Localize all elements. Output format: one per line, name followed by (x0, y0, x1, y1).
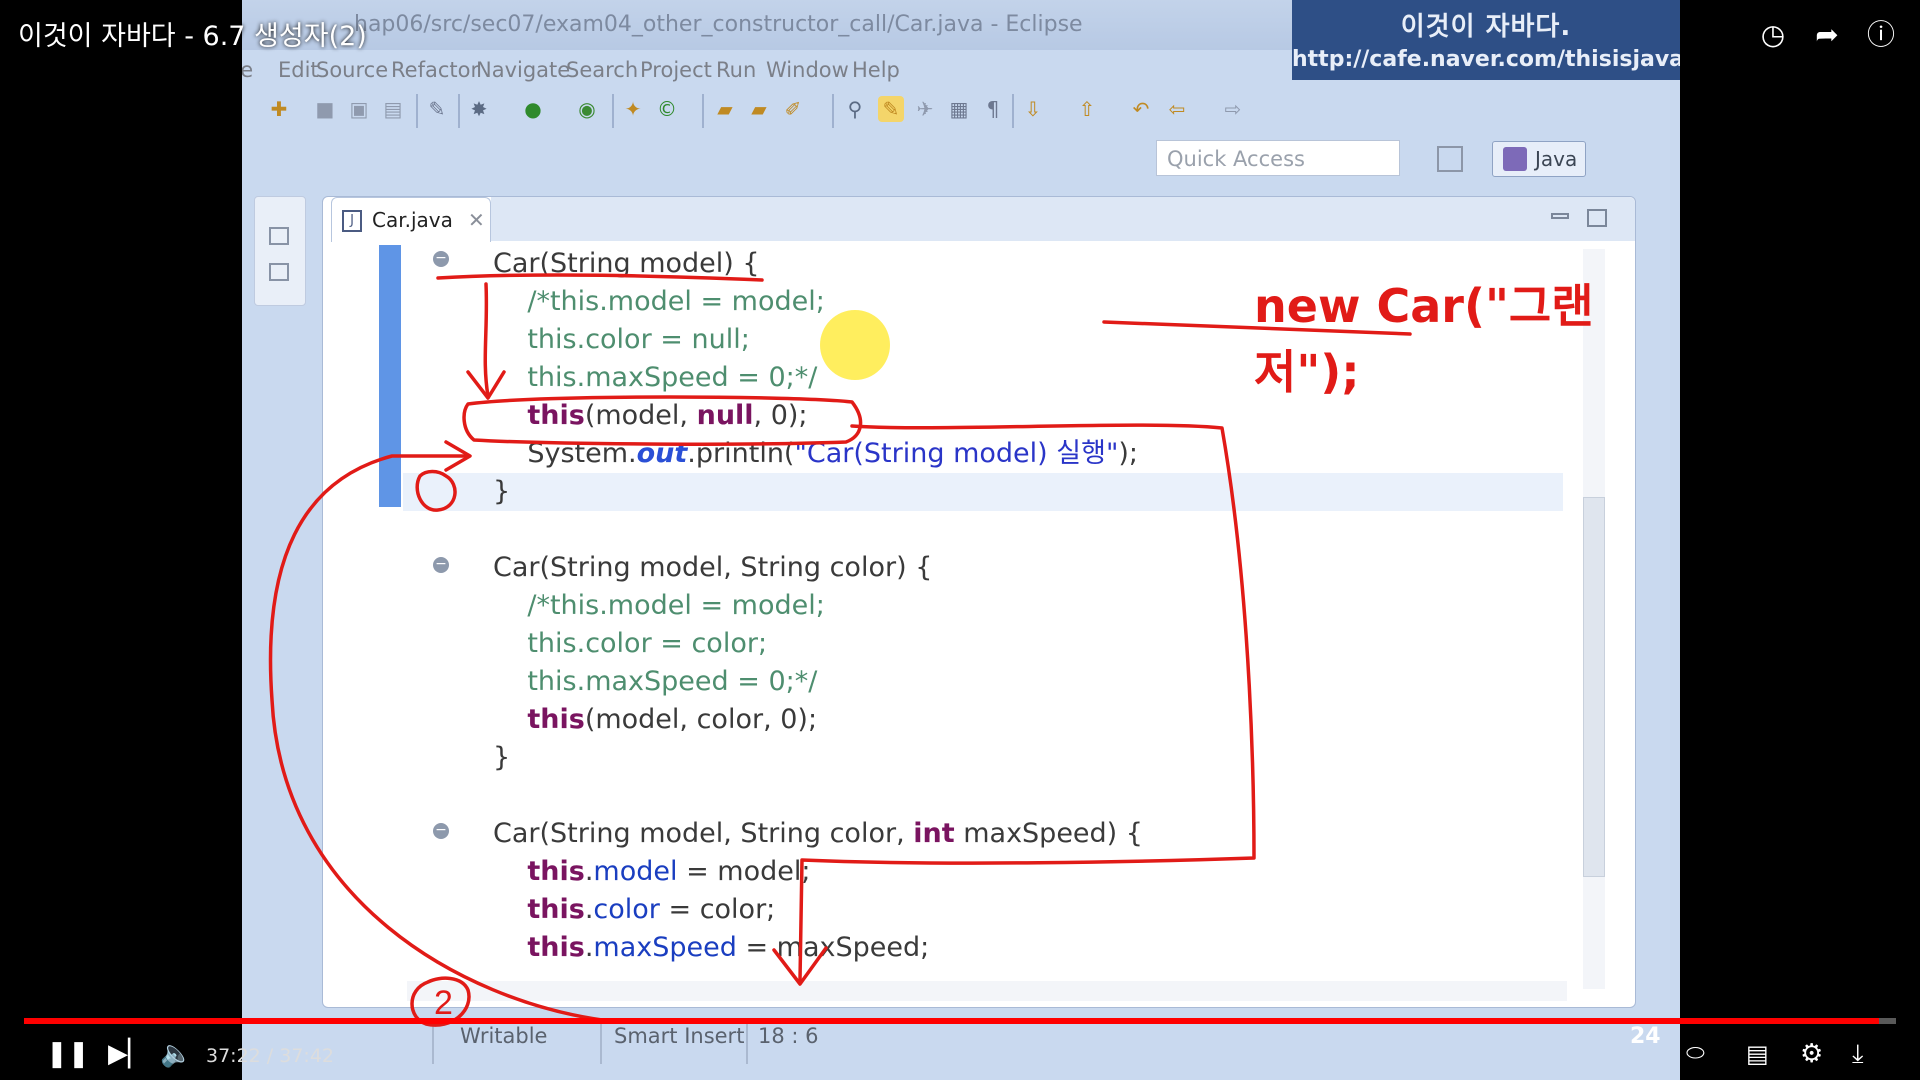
clock-icon[interactable]: ◷ (1756, 18, 1790, 52)
open-perspective-icon[interactable] (1437, 146, 1463, 172)
menu-search[interactable]: Search (566, 58, 638, 82)
video-title[interactable]: 이것이 자바다 - 6.7 생성자(2) (18, 14, 367, 53)
debug-icon[interactable]: ✸ (466, 96, 492, 122)
annotation-icon[interactable]: ⚲ (842, 96, 868, 122)
save-icon[interactable]: ■ (312, 96, 338, 122)
progress-fill (24, 1018, 1880, 1024)
subtitles-icon[interactable]: ▤ (1746, 1036, 1769, 1072)
quick-access-input[interactable]: Quick Access (1156, 140, 1400, 176)
mark-occurrences-icon[interactable]: ✎ (878, 96, 904, 122)
menu-run[interactable]: Run (716, 58, 756, 82)
restore-icon[interactable] (269, 227, 289, 245)
next-annotation-icon[interactable]: ⇩ (1020, 96, 1046, 122)
settings-icon[interactable]: ⚙ (1800, 1036, 1823, 1072)
forward-icon[interactable]: ⇨ (1220, 96, 1246, 122)
last-edit-icon[interactable]: ↶ (1128, 96, 1154, 122)
open-type-icon[interactable]: ▰ (712, 96, 738, 122)
tab-car-java[interactable]: J Car.java ✕ (331, 197, 491, 242)
cursor-highlight (820, 310, 890, 380)
volume-icon[interactable]: 🔈 (160, 1036, 192, 1072)
tab-label: Car.java (372, 208, 453, 232)
toolbar: ✚ ■ ▣ ▤ ✎ ✸ ● ◉ ✦ © ▰ ▰ ✐ ⚲ ✎ ✈ ▦ ¶ ⇩ ⇧ … (252, 92, 1652, 132)
menu-project[interactable]: Project (640, 58, 712, 82)
pause-icon[interactable]: ❚❚ (46, 1036, 90, 1072)
exit-fullscreen-icon[interactable]: ⤓ (1852, 1036, 1864, 1072)
player-controls: ❚❚ ▶▏ 🔈 37:22 / 37:42 ⬭ ▤ ⚙ ⤓ (0, 1030, 1920, 1080)
progress-bar[interactable] (24, 1018, 1896, 1024)
annotation-new-car: new Car("그랜저"); (1254, 279, 1594, 399)
menu-help[interactable]: Help (852, 58, 900, 82)
close-tab-icon[interactable]: ✕ (468, 198, 485, 242)
fold-icon[interactable]: − (433, 557, 449, 573)
menu-window[interactable]: Window (766, 58, 849, 82)
print-icon[interactable]: ▤ (380, 96, 406, 122)
tab-strip (491, 197, 1635, 241)
menu-file[interactable]: File (242, 58, 253, 82)
autoplay-toggle[interactable]: ⬭ (1686, 1036, 1705, 1072)
next-icon[interactable]: ▶▏ (108, 1036, 148, 1072)
fold-icon[interactable]: − (433, 823, 449, 839)
java-perspective-label: Java (1535, 147, 1578, 171)
video-frame[interactable]: hap06/src/sec07/exam04_other_constructor… (242, 0, 1680, 1080)
minimize-icon[interactable] (1551, 213, 1569, 219)
show-whitespace-icon[interactable]: ¶ (980, 96, 1006, 122)
time-display: 37:22 / 37:42 (206, 1045, 334, 1067)
toggle-icon[interactable]: ✈ (912, 96, 938, 122)
new-package-icon[interactable]: ✦ (620, 96, 646, 122)
search-icon[interactable]: ✐ (780, 96, 806, 122)
menu-navigate[interactable]: Navigate (476, 58, 570, 82)
menu-refactor[interactable]: Refactor (391, 58, 479, 82)
java-file-icon: J (342, 210, 362, 232)
open-task-icon[interactable]: ▰ (746, 96, 772, 122)
run-icon[interactable]: ● (520, 96, 546, 122)
new-icon[interactable]: ✚ (266, 96, 292, 122)
coverage-icon[interactable]: ◉ (574, 96, 600, 122)
eclipse-window-title-text: hap06/src/sec07/exam04_other_constructor… (354, 12, 1083, 37)
vertical-scroll-thumb[interactable] (1583, 497, 1605, 877)
menu-source[interactable]: Source (316, 58, 388, 82)
watermark: 이것이 자바다. http://cafe.naver.com/thisisjav… (1292, 0, 1680, 80)
share-icon[interactable]: ➦ (1810, 18, 1844, 52)
side-trim-toolbar (254, 196, 306, 306)
previous-annotation-icon[interactable]: ⇧ (1074, 96, 1100, 122)
package-explorer-icon[interactable] (269, 263, 289, 281)
maximize-icon[interactable] (1587, 209, 1607, 227)
info-icon[interactable]: ⓘ (1864, 18, 1898, 52)
java-perspective-button[interactable]: Java (1492, 141, 1586, 177)
watermark-title: 이것이 자바다. (1400, 12, 1572, 42)
source-code[interactable]: Car(String model) { /*this.model = model… (493, 245, 1143, 967)
new-class-icon[interactable]: © (654, 96, 680, 122)
change-ruler (379, 245, 401, 507)
save-all-icon[interactable]: ▣ (346, 96, 372, 122)
horizontal-scrollbar[interactable] (407, 981, 1567, 1001)
java-perspective-icon (1503, 147, 1527, 171)
fold-icon[interactable]: − (433, 251, 449, 267)
menu-bar: File Edit Source Refactor Navigate Searc… (242, 54, 1292, 88)
watermark-url: http://cafe.naver.com/thisisjava (1292, 47, 1680, 72)
skip-breakpoints-icon[interactable]: ✎ (424, 96, 450, 122)
menu-edit[interactable]: Edit (278, 58, 319, 82)
back-icon[interactable]: ⇦ (1164, 96, 1190, 122)
block-selection-icon[interactable]: ▦ (946, 96, 972, 122)
